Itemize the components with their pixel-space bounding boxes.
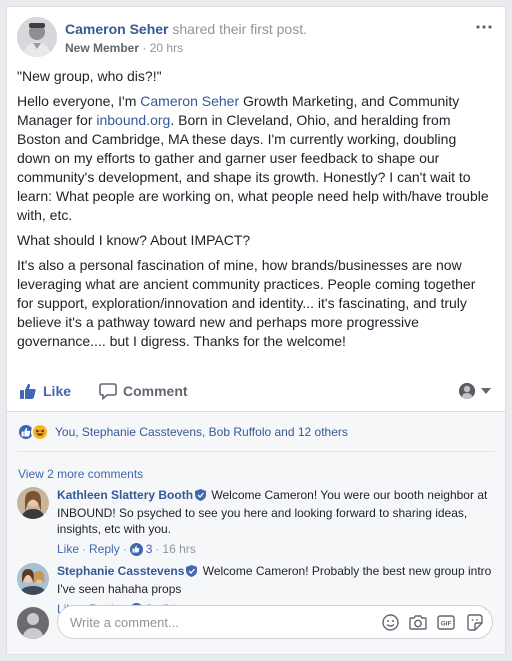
- selector-avatar: [459, 383, 475, 399]
- admin-shield-icon: [195, 489, 207, 505]
- post-actions: Like Comment: [17, 375, 495, 407]
- like-label: Like: [43, 383, 72, 399]
- smiley-icon[interactable]: [381, 613, 399, 631]
- comment-timestamp[interactable]: 16 hrs: [162, 541, 195, 557]
- commenter-avatar[interactable]: [17, 563, 49, 595]
- comment-composer: GIF: [17, 605, 495, 641]
- reactions-names[interactable]: You, Stephanie Casstevens, Bob Ruffolo a…: [55, 425, 348, 439]
- reactions-summary: You, Stephanie Casstevens, Bob Ruffolo a…: [17, 422, 495, 452]
- author-line: Cameron Seher shared their first post.: [65, 21, 307, 37]
- like-button[interactable]: Like: [19, 375, 71, 407]
- comment-button[interactable]: Comment: [99, 375, 188, 407]
- admin-shield-icon: [186, 565, 198, 581]
- post-title-line: "New group, who dis?!": [17, 68, 162, 84]
- para1-rest: . Born in Cleveland, Ohio, and heralding…: [17, 112, 489, 223]
- view-more-comments-link[interactable]: View 2 more comments: [18, 467, 143, 481]
- composer-icons: GIF: [371, 613, 483, 631]
- author-name[interactable]: Cameron Seher: [65, 21, 168, 37]
- para1-intro: Hello everyone, I'm: [17, 93, 141, 109]
- post-timestamp[interactable]: 20 hrs: [150, 41, 183, 55]
- gif-icon[interactable]: GIF: [437, 613, 455, 631]
- post-paragraph-2: What should I know? About IMPACT?: [17, 232, 251, 248]
- chevron-down-icon: [481, 388, 491, 394]
- commenter-name[interactable]: Kathleen Slattery Booth: [57, 488, 193, 502]
- post-body: "New group, who dis?!" Hello everyone, I…: [17, 67, 489, 357]
- camera-icon[interactable]: [409, 613, 427, 631]
- post-paragraph-3: It's also a personal fascination of mine…: [17, 257, 476, 349]
- author-avatar[interactable]: [17, 17, 57, 57]
- comment-like-link[interactable]: Like: [57, 541, 79, 557]
- haha-reaction-icon: [31, 422, 49, 441]
- current-user-avatar: [17, 607, 49, 639]
- more-options-icon[interactable]: [473, 19, 495, 35]
- commenter-avatar[interactable]: [17, 487, 49, 519]
- thumbs-up-icon: [129, 542, 143, 556]
- post-paragraph-1: Hello everyone, I'm Cameron Seher Growth…: [17, 92, 489, 225]
- meta-separator: ·: [142, 41, 147, 55]
- post-action-text: shared their first post.: [172, 21, 307, 37]
- reaction-icons[interactable]: [17, 422, 49, 441]
- commenter-name[interactable]: Stephanie Casstevens: [57, 564, 184, 578]
- sticker-icon[interactable]: [465, 613, 483, 631]
- inbound-link[interactable]: inbound.org: [96, 112, 170, 128]
- comment-like-count[interactable]: 3: [129, 541, 153, 557]
- comment-body: Kathleen Slattery Booth Welcome Cameron!…: [57, 487, 495, 557]
- like-count-value: 3: [145, 542, 153, 556]
- svg-text:GIF: GIF: [441, 620, 452, 627]
- thumbs-up-icon: [20, 383, 36, 399]
- post-header: Cameron Seher shared their first post. N…: [17, 17, 495, 61]
- post-card: Cameron Seher shared their first post. N…: [6, 6, 506, 655]
- post-meta: New Member · 20 hrs: [65, 41, 183, 55]
- mention-link[interactable]: Cameron Seher: [140, 93, 239, 109]
- speech-bubble-icon: [99, 383, 117, 400]
- member-badge: New Member: [65, 41, 140, 55]
- comment-meta: Like · Reply · 3 · 16 hrs: [57, 541, 196, 557]
- comment-reply-link[interactable]: Reply: [89, 541, 120, 557]
- comment-label: Comment: [123, 383, 188, 399]
- reaction-identity-selector[interactable]: [459, 381, 495, 401]
